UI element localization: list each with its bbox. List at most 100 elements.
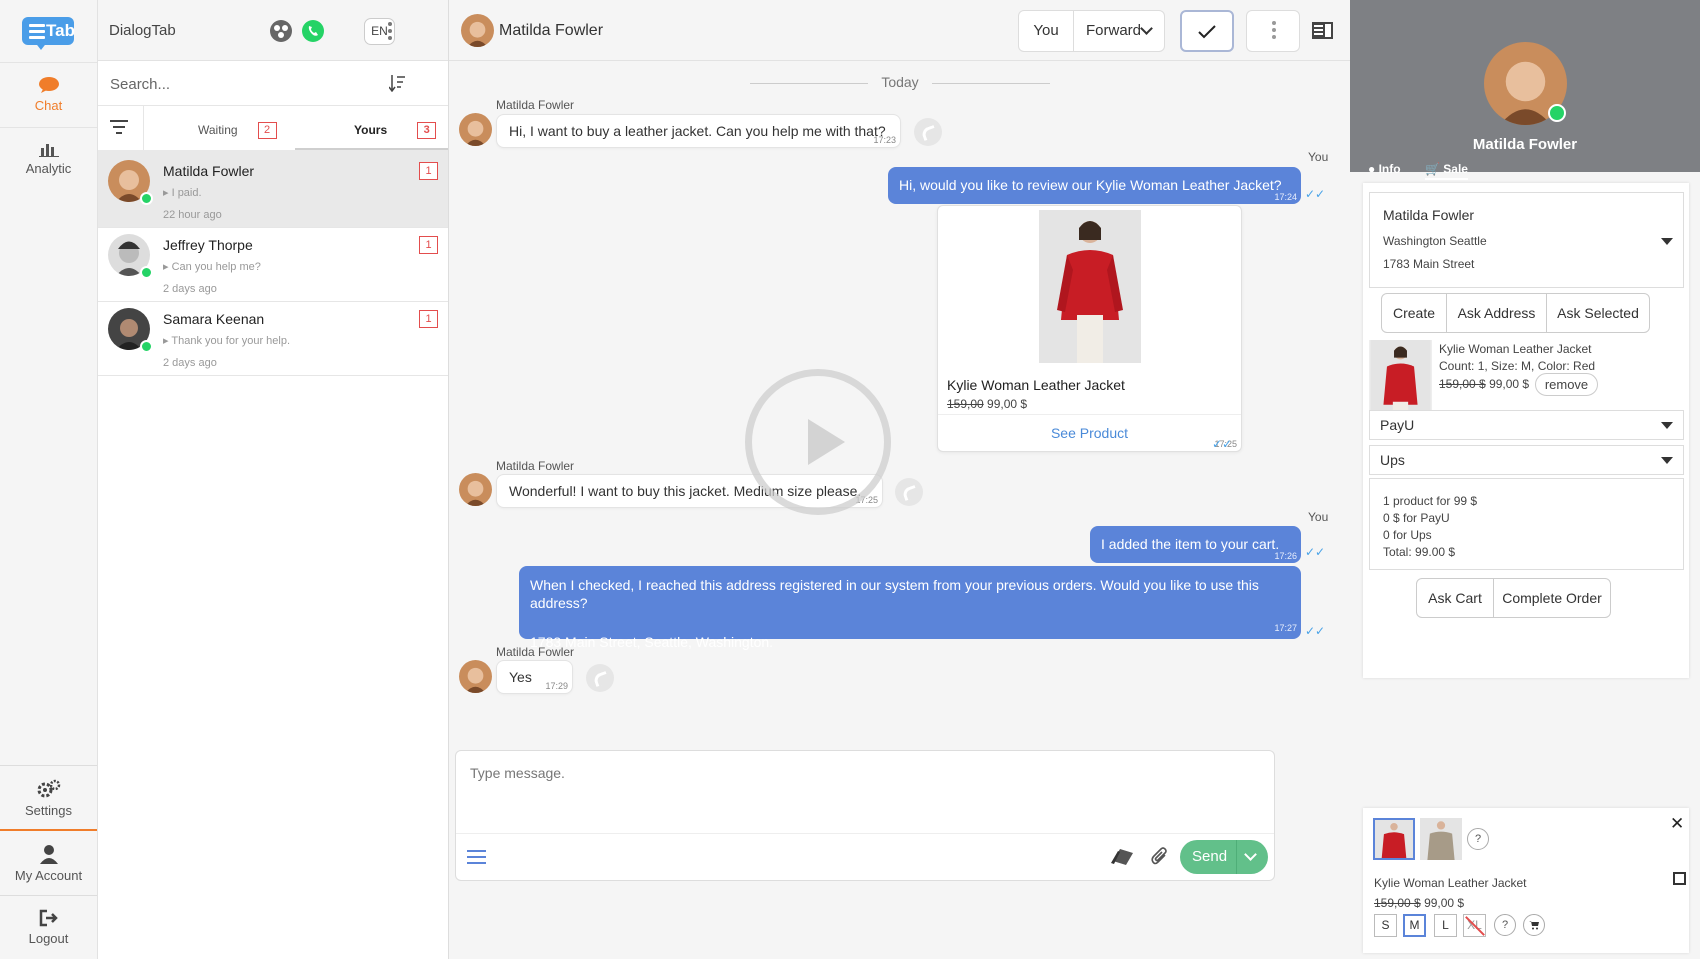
summary-total: Total: 99.00 $ bbox=[1383, 545, 1456, 559]
assign-you-button[interactable]: You bbox=[1018, 10, 1074, 52]
user-icon: ● bbox=[1368, 162, 1376, 176]
tab-yours[interactable]: Yours 3 bbox=[295, 106, 448, 154]
tab-sale[interactable]: 🛒 Sale bbox=[1425, 162, 1468, 180]
reply-icon[interactable] bbox=[895, 478, 923, 506]
templates-menu-icon[interactable] bbox=[467, 850, 486, 868]
conversation-item[interactable]: Jeffrey Thorpe ▸ Can you help me? 2 days… bbox=[98, 224, 448, 302]
message-text: Yes bbox=[509, 669, 532, 685]
payment-select[interactable]: PayU bbox=[1369, 410, 1684, 440]
app-title: DialogTab bbox=[109, 22, 176, 39]
summary-line: 1 product for 99 $ bbox=[1383, 494, 1478, 508]
message-sender: You bbox=[1308, 510, 1329, 524]
size-option-s[interactable]: S bbox=[1374, 914, 1397, 937]
reply-icon[interactable] bbox=[586, 664, 614, 692]
nav-logout[interactable]: Logout bbox=[0, 897, 97, 959]
nav-settings[interactable]: Settings bbox=[0, 765, 97, 831]
remove-button[interactable]: remove bbox=[1535, 373, 1598, 396]
complete-order-button[interactable]: Complete Order bbox=[1493, 578, 1611, 618]
chevron-down-icon[interactable] bbox=[1244, 848, 1257, 861]
external-link-icon[interactable] bbox=[1673, 872, 1686, 885]
nav-analytic[interactable]: Analytic bbox=[0, 127, 97, 191]
forward-button[interactable]: Forward bbox=[1073, 10, 1165, 52]
shipping-select[interactable]: Ups bbox=[1369, 445, 1684, 475]
incoming-message: Hi, I want to buy a leather jacket. Can … bbox=[496, 114, 901, 148]
conversation-name: Matilda Fowler bbox=[163, 163, 255, 179]
message-text: When I checked, I reached this address r… bbox=[530, 577, 1259, 611]
help-icon[interactable]: ? bbox=[1467, 828, 1489, 850]
size-option-m[interactable]: M bbox=[1403, 914, 1426, 937]
product-image[interactable] bbox=[1039, 210, 1141, 363]
send-button[interactable]: Send bbox=[1180, 840, 1268, 874]
message-time: 17:29 bbox=[545, 681, 568, 691]
shipping-value: Ups bbox=[1380, 452, 1405, 468]
incoming-message: Yes 17:29 bbox=[496, 660, 573, 694]
tab-info[interactable]: ● Info bbox=[1368, 162, 1401, 176]
chat-contact-name: Matilda Fowler bbox=[499, 22, 604, 39]
tab-yours-count: 3 bbox=[417, 122, 437, 140]
chat-more-button[interactable] bbox=[1246, 10, 1300, 52]
conversation-item[interactable]: Samara Keenan ▸ Thank you for your help.… bbox=[98, 298, 448, 376]
address-name: Matilda Fowler bbox=[1383, 207, 1475, 223]
side-panel-icon[interactable] bbox=[1312, 22, 1333, 39]
avatar bbox=[459, 660, 492, 693]
order-summary: 1 product for 99 $ 0 $ for PayU 0 for Up… bbox=[1369, 478, 1684, 570]
double-check-icon: ✓✓ bbox=[1305, 545, 1326, 559]
channels-icon[interactable] bbox=[269, 19, 293, 43]
close-icon[interactable]: ✕ bbox=[1670, 814, 1684, 834]
add-to-cart-icon[interactable] bbox=[1523, 914, 1545, 936]
attachment-icon[interactable] bbox=[1151, 847, 1169, 867]
message-text: I added the item to your cart. bbox=[1101, 536, 1280, 552]
more-options-icon bbox=[1272, 21, 1276, 42]
conversation-time: 2 days ago bbox=[163, 283, 217, 295]
nav-chat[interactable]: Chat bbox=[0, 62, 97, 126]
tab-waiting[interactable]: Waiting 2 bbox=[143, 106, 293, 154]
size-option-xl[interactable]: XL bbox=[1463, 914, 1486, 937]
create-button[interactable]: Create bbox=[1381, 293, 1447, 333]
reply-icon[interactable] bbox=[914, 118, 942, 146]
product-thumbnail[interactable] bbox=[1373, 818, 1415, 860]
product-card: Kylie Woman Leather Jacket 159,00 99,00 … bbox=[937, 205, 1242, 452]
ask-selected-button[interactable]: Ask Selected bbox=[1546, 293, 1650, 333]
ask-cart-button[interactable]: Ask Cart bbox=[1416, 578, 1494, 618]
conversation-list-header: DialogTab EN bbox=[98, 0, 448, 61]
product-thumbnail[interactable] bbox=[1420, 818, 1462, 860]
message-input[interactable] bbox=[470, 765, 1250, 825]
double-check-icon: ✓✓ bbox=[1212, 437, 1233, 451]
resolve-button[interactable] bbox=[1180, 10, 1234, 52]
message-time: 17:26 bbox=[1274, 551, 1297, 561]
quick-product-price: 159,00 $ 99,00 $ bbox=[1374, 896, 1465, 910]
dialogtab-logo[interactable]: Tab bbox=[22, 13, 76, 50]
summary-line: 0 $ for PayU bbox=[1383, 511, 1450, 525]
nav-account[interactable]: My Account bbox=[0, 832, 97, 896]
ask-address-button[interactable]: Ask Address bbox=[1446, 293, 1547, 333]
customer-header: Matilda Fowler ● Info 🛒 Sale bbox=[1350, 0, 1700, 180]
avatar bbox=[459, 473, 492, 506]
size-help-icon[interactable]: ? bbox=[1494, 914, 1516, 936]
sort-icon[interactable] bbox=[389, 74, 405, 92]
filter-icon[interactable] bbox=[110, 120, 128, 138]
conversation-name: Samara Keenan bbox=[163, 311, 265, 327]
conversation-last-message: ▸ Thank you for your help. bbox=[163, 335, 291, 347]
composer-divider bbox=[456, 833, 1274, 834]
message-text-address: 1783 Main Street, Seattle, Washington. bbox=[530, 634, 774, 650]
search-input[interactable] bbox=[110, 70, 400, 98]
double-check-icon: ✓✓ bbox=[1305, 624, 1326, 638]
more-options-icon[interactable] bbox=[388, 22, 392, 43]
nav-account-label: My Account bbox=[14, 868, 83, 883]
products-icon[interactable] bbox=[1111, 847, 1135, 867]
size-option-l[interactable]: L bbox=[1434, 914, 1457, 937]
see-product-link[interactable]: See Product bbox=[938, 414, 1241, 450]
whatsapp-icon[interactable] bbox=[301, 19, 325, 43]
conversation-last-message: ▸ I paid. bbox=[163, 187, 202, 199]
outgoing-message: Hi, would you like to review our Kylie W… bbox=[888, 167, 1301, 204]
whatsapp-badge-icon bbox=[140, 192, 153, 205]
tab-yours-label: Yours bbox=[354, 123, 388, 137]
conversation-time: 22 hour ago bbox=[163, 209, 222, 221]
chat-bubble-icon bbox=[38, 77, 59, 93]
video-play-icon[interactable] bbox=[745, 369, 891, 515]
conversation-item[interactable]: Matilda Fowler ▸ I paid. 22 hour ago 1 bbox=[98, 150, 448, 228]
address-select[interactable]: Matilda Fowler Washington Seattle 1783 M… bbox=[1369, 192, 1684, 288]
message-sender: You bbox=[1308, 150, 1329, 164]
conversation-tabs: Waiting 2 Yours 3 bbox=[98, 106, 448, 154]
chat-area: Matilda Fowler You Forward Today Matilda… bbox=[449, 0, 1350, 959]
